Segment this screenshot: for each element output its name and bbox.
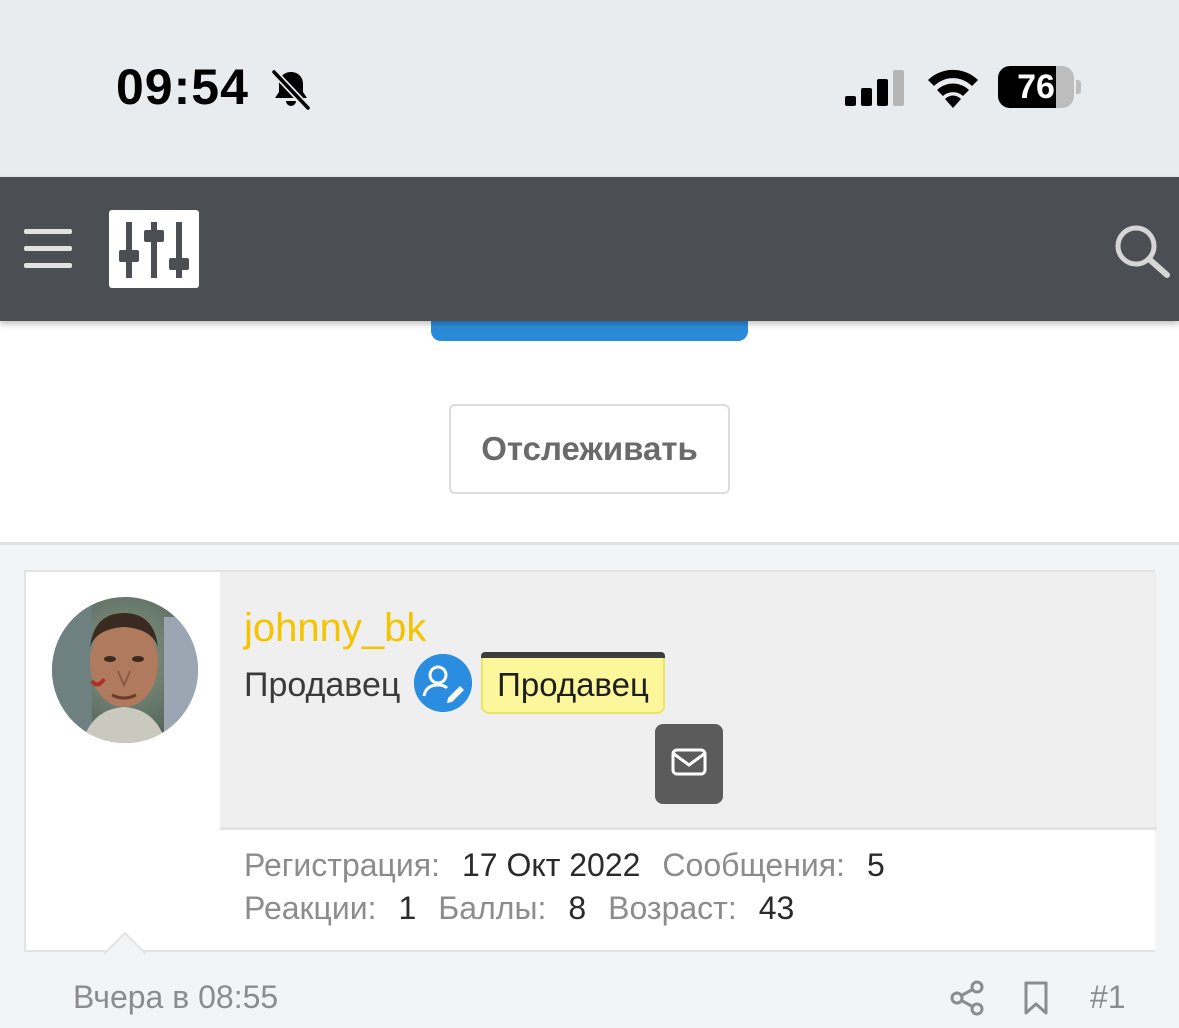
stats-row: Реакции: 1 Баллы: 8 Возраст: 43 [244,887,1144,930]
registration-label: Регистрация: [244,847,440,883]
post-number-link[interactable]: #1 [1090,979,1126,1016]
user-banner: Продавец [481,652,665,714]
user-title: Продавец [244,666,401,704]
post-card: johnny_bk Продавец Продавец Регистрация:… [24,570,1157,954]
messages-label: Сообщения: [662,847,845,883]
status-bar: 09:54 76 [0,0,1179,177]
bookmark-icon[interactable] [1023,980,1049,1016]
points-value[interactable]: 8 [568,890,586,926]
follow-button[interactable]: Отслеживать [449,404,730,494]
points-label: Баллы: [438,890,547,926]
user-stats: Регистрация: 17 Окт 2022 Сообщения: 5 Реакц… [244,844,1144,930]
user-banner-label: Продавец [481,658,665,714]
stats-row: Регистрация: 17 Окт 2022 Сообщения: 5 [244,844,1144,887]
registration-value: 17 Окт 2022 [461,847,641,883]
user-info-block: johnny_bk Продавец Продавец [220,572,1157,830]
wifi-icon [928,69,978,108]
reactions-label: Реакции: [244,890,377,926]
bell-slash-icon [271,69,311,111]
search-icon[interactable] [1112,222,1172,278]
user-edit-icon [414,654,472,712]
post-date[interactable]: Вчера в 08:55 [73,979,278,1016]
age-value: 43 [758,890,795,926]
hamburger-menu-icon[interactable] [24,226,72,270]
battery-icon: 76 [998,66,1082,110]
username-link[interactable]: johnny_bk [244,606,426,651]
battery-level: 76 [1017,68,1055,106]
age-label: Возраст: [608,890,737,926]
post-arrow [104,932,146,954]
reactions-value: 1 [398,890,417,926]
avatar[interactable] [52,597,198,743]
user-cell [26,572,220,954]
sliders-logo-icon[interactable] [109,210,199,288]
messages-value[interactable]: 5 [867,847,885,883]
message-button[interactable] [655,724,723,804]
share-icon[interactable] [950,980,984,1016]
cellular-signal-icon [845,70,904,106]
top-navbar [0,177,1179,321]
status-time: 09:54 [116,59,249,115]
